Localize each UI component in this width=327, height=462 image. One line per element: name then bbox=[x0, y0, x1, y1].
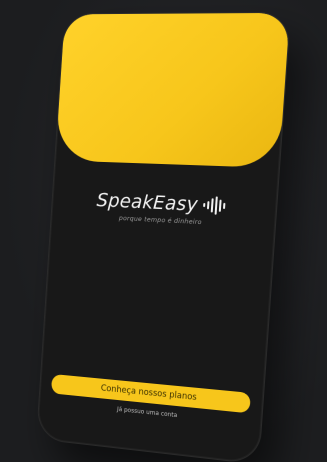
mockup-stage: SpeakEasy porque tempo é dinheiro Conheç… bbox=[0, 0, 327, 462]
phone-screen: SpeakEasy porque tempo é dinheiro Conheç… bbox=[37, 13, 290, 462]
brand-name: SpeakEasy bbox=[96, 189, 199, 216]
yellow-hero-panel bbox=[55, 13, 290, 168]
brand-block: SpeakEasy porque tempo é dinheiro bbox=[51, 187, 276, 229]
sound-wave-icon bbox=[201, 196, 228, 215]
